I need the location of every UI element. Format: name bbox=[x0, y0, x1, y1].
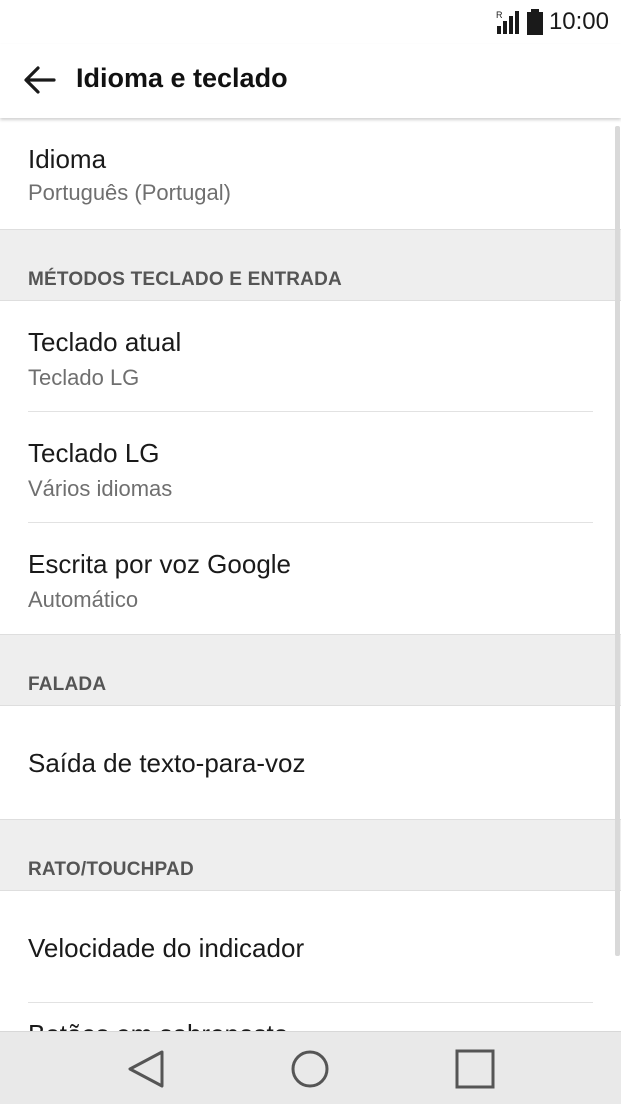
section-header-label: FALADA bbox=[28, 674, 107, 695]
list-item-tts-output[interactable]: Saída de texto-para-voz bbox=[0, 706, 621, 819]
settings-list: Idioma Português (Portugal) MÉTODOS TECL… bbox=[0, 118, 621, 1032]
home-circle-icon[interactable] bbox=[288, 1048, 332, 1090]
list-item-overlay-buttons[interactable]: Botões em sobreposto bbox=[0, 1003, 621, 1032]
item-subtitle: Automático bbox=[28, 587, 139, 612]
list-item-lg-keyboard[interactable]: Teclado LG Vários idiomas bbox=[0, 412, 621, 523]
item-title: Escrita por voz Google bbox=[28, 549, 292, 579]
list-item-language[interactable]: Idioma Português (Portugal) bbox=[0, 118, 621, 229]
item-title: Teclado LG bbox=[28, 438, 160, 468]
recents-square-icon[interactable] bbox=[453, 1048, 497, 1090]
list-item-pointer-speed[interactable]: Velocidade do indicador bbox=[0, 891, 621, 1003]
section-header-label: RATO/TOUCHPAD bbox=[28, 859, 194, 880]
app-bar: Idioma e teclado bbox=[0, 44, 621, 118]
item-title: Teclado atual bbox=[28, 327, 182, 357]
status-icons: R 10:00 bbox=[495, 8, 609, 36]
section-header-input: MÉTODOS TECLADO E ENTRADA bbox=[0, 229, 621, 301]
item-title: Idioma bbox=[28, 144, 107, 174]
item-title: Saída de texto-para-voz bbox=[28, 748, 306, 778]
item-title: Velocidade do indicador bbox=[28, 933, 305, 963]
status-bar: R 10:00 bbox=[0, 0, 621, 44]
battery-icon bbox=[526, 9, 543, 35]
signal-badge: R bbox=[496, 10, 503, 20]
item-subtitle: Vários idiomas bbox=[28, 476, 173, 501]
back-triangle-icon[interactable] bbox=[124, 1048, 168, 1090]
signal-icon: R bbox=[496, 10, 519, 34]
section-header-label: MÉTODOS TECLADO E ENTRADA bbox=[28, 269, 342, 290]
list-item-current-keyboard[interactable]: Teclado atual Teclado LG bbox=[0, 301, 621, 412]
page-title: Idioma e teclado bbox=[76, 63, 288, 93]
scrollbar[interactable] bbox=[615, 126, 620, 956]
section-header-speech: FALADA bbox=[0, 634, 621, 706]
clock: 10:00 bbox=[548, 8, 609, 35]
back-arrow-icon[interactable] bbox=[22, 62, 56, 98]
navigation-bar bbox=[0, 1031, 621, 1104]
item-subtitle: Português (Portugal) bbox=[28, 180, 231, 205]
list-item-google-voice-typing[interactable]: Escrita por voz Google Automático bbox=[0, 523, 621, 634]
section-header-mouse: RATO/TOUCHPAD bbox=[0, 819, 621, 891]
item-subtitle: Teclado LG bbox=[28, 365, 140, 390]
